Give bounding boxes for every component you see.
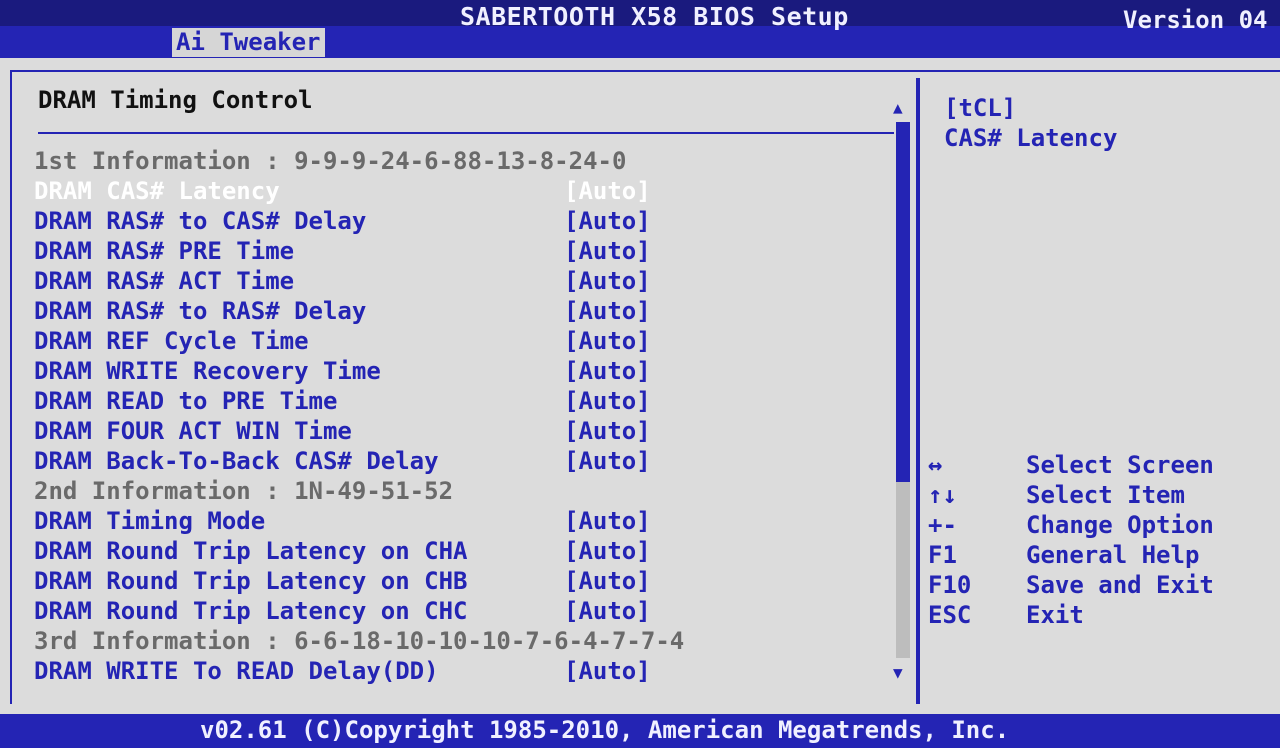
help-description: CAS# Latency: [944, 124, 1118, 152]
tab-ai-tweaker[interactable]: Ai Tweaker: [172, 28, 325, 57]
setting-value[interactable]: [Auto]: [564, 266, 651, 296]
key-action: Select Screen: [1026, 451, 1214, 479]
info-row: 3rd Information : 6-6-18-10-10-10-7-6-4-…: [34, 626, 894, 656]
setting-row[interactable]: DRAM REF Cycle Time [Auto]: [34, 326, 894, 356]
key-hint-row: ESC Exit: [926, 600, 1266, 630]
setting-row[interactable]: DRAM Timing Mode [Auto]: [34, 506, 894, 536]
setting-label: DRAM WRITE Recovery Time: [34, 357, 381, 385]
setting-label: DRAM READ to PRE Time: [34, 387, 338, 415]
up-down-arrow-icon: ↑↓: [928, 481, 957, 509]
key-action: Exit: [1026, 601, 1084, 629]
setting-row[interactable]: DRAM WRITE Recovery Time [Auto]: [34, 356, 894, 386]
key-hint-row: ↔ Select Screen: [926, 450, 1266, 480]
setting-row[interactable]: DRAM RAS# to RAS# Delay [Auto]: [34, 296, 894, 326]
setting-row[interactable]: DRAM Round Trip Latency on CHB [Auto]: [34, 566, 894, 596]
setting-value[interactable]: [Auto]: [564, 296, 651, 326]
setting-row[interactable]: DRAM RAS# PRE Time [Auto]: [34, 236, 894, 266]
setting-label: DRAM Round Trip Latency on CHB: [34, 567, 468, 595]
setting-value[interactable]: [Auto]: [564, 446, 651, 476]
key-action: Select Item: [1026, 481, 1185, 509]
info-text: 1st Information : 9-9-9-24-6-88-13-8-24-…: [34, 147, 627, 175]
setting-label: DRAM Timing Mode: [34, 507, 266, 535]
setting-value[interactable]: [Auto]: [564, 326, 651, 356]
help-title: [tCL]: [944, 94, 1017, 122]
key-action: Save and Exit: [1026, 571, 1214, 599]
key-hint-row: +- Change Option: [926, 510, 1266, 540]
setting-label: DRAM RAS# to RAS# Delay: [34, 297, 367, 325]
setting-row[interactable]: DRAM RAS# to CAS# Delay [Auto]: [34, 206, 894, 236]
panel-divider: [916, 78, 920, 704]
left-right-arrow-icon: ↔: [928, 451, 943, 479]
setting-value[interactable]: [Auto]: [564, 356, 651, 386]
setting-value[interactable]: [Auto]: [564, 596, 651, 626]
scroll-up-icon[interactable]: ▲: [893, 98, 903, 117]
setting-value[interactable]: [Auto]: [564, 506, 651, 536]
setting-label: DRAM Round Trip Latency on CHA: [34, 537, 468, 565]
setting-value[interactable]: [Auto]: [564, 566, 651, 596]
setting-value[interactable]: [Auto]: [564, 386, 651, 416]
setting-row[interactable]: DRAM RAS# ACT Time [Auto]: [34, 266, 894, 296]
setting-label: DRAM RAS# to CAS# Delay: [34, 207, 367, 235]
section-title: DRAM Timing Control: [38, 86, 313, 114]
version-label: Version 04: [1123, 6, 1268, 34]
setting-label: DRAM REF Cycle Time: [34, 327, 309, 355]
key-label: F10: [928, 571, 972, 599]
plus-minus-icon: +-: [928, 511, 957, 539]
footer-bar: v02.61 (C)Copyright 1985-2010, American …: [0, 714, 1280, 748]
key-action: General Help: [1026, 541, 1200, 569]
setting-row[interactable]: DRAM CAS# Latency [Auto]: [34, 176, 894, 206]
setting-value[interactable]: [Auto]: [564, 206, 651, 236]
info-text: 2nd Information : 1N-49-51-52: [34, 477, 454, 505]
setting-label: DRAM WRITE To READ Delay(DD): [34, 657, 439, 685]
setting-row[interactable]: DRAM FOUR ACT WIN Time [Auto]: [34, 416, 894, 446]
setting-label: DRAM CAS# Latency: [34, 177, 280, 205]
key-hint-row: F10 Save and Exit: [926, 570, 1266, 600]
copyright-text: v02.61 (C)Copyright 1985-2010, American …: [200, 716, 1010, 744]
setting-row[interactable]: DRAM WRITE To READ Delay(DD) [Auto]: [34, 656, 894, 686]
setting-label: DRAM Back-To-Back CAS# Delay: [34, 447, 439, 475]
info-text: 3rd Information : 6-6-18-10-10-10-7-6-4-…: [34, 627, 685, 655]
setting-label: DRAM FOUR ACT WIN Time: [34, 417, 352, 445]
key-hint-row: ↑↓ Select Item: [926, 480, 1266, 510]
setting-value[interactable]: [Auto]: [564, 656, 651, 686]
setting-value[interactable]: [Auto]: [564, 236, 651, 266]
setting-label: DRAM RAS# ACT Time: [34, 267, 295, 295]
setting-label: DRAM RAS# PRE Time: [34, 237, 295, 265]
key-hint-row: F1 General Help: [926, 540, 1266, 570]
key-label: ESC: [928, 601, 972, 629]
info-row: 1st Information : 9-9-9-24-6-88-13-8-24-…: [34, 146, 894, 176]
setting-row[interactable]: DRAM Round Trip Latency on CHA [Auto]: [34, 536, 894, 566]
setting-row[interactable]: DRAM Back-To-Back CAS# Delay [Auto]: [34, 446, 894, 476]
setting-value[interactable]: [Auto]: [564, 536, 651, 566]
setting-value[interactable]: [Auto]: [564, 416, 651, 446]
section-divider: [38, 132, 894, 134]
key-action: Change Option: [1026, 511, 1214, 539]
setting-row[interactable]: DRAM Round Trip Latency on CHC [Auto]: [34, 596, 894, 626]
bios-title: SABERTOOTH X58 BIOS Setup: [460, 2, 849, 31]
scroll-down-icon[interactable]: ▼: [893, 663, 903, 682]
scrollbar-thumb[interactable]: [896, 122, 910, 482]
key-label: F1: [928, 541, 957, 569]
info-row: 2nd Information : 1N-49-51-52: [34, 476, 894, 506]
setting-row[interactable]: DRAM READ to PRE Time [Auto]: [34, 386, 894, 416]
title-bar: SABERTOOTH X58 BIOS Setup Version 04 Ai …: [0, 0, 1280, 58]
setting-value[interactable]: [Auto]: [564, 176, 651, 206]
setting-label: DRAM Round Trip Latency on CHC: [34, 597, 468, 625]
